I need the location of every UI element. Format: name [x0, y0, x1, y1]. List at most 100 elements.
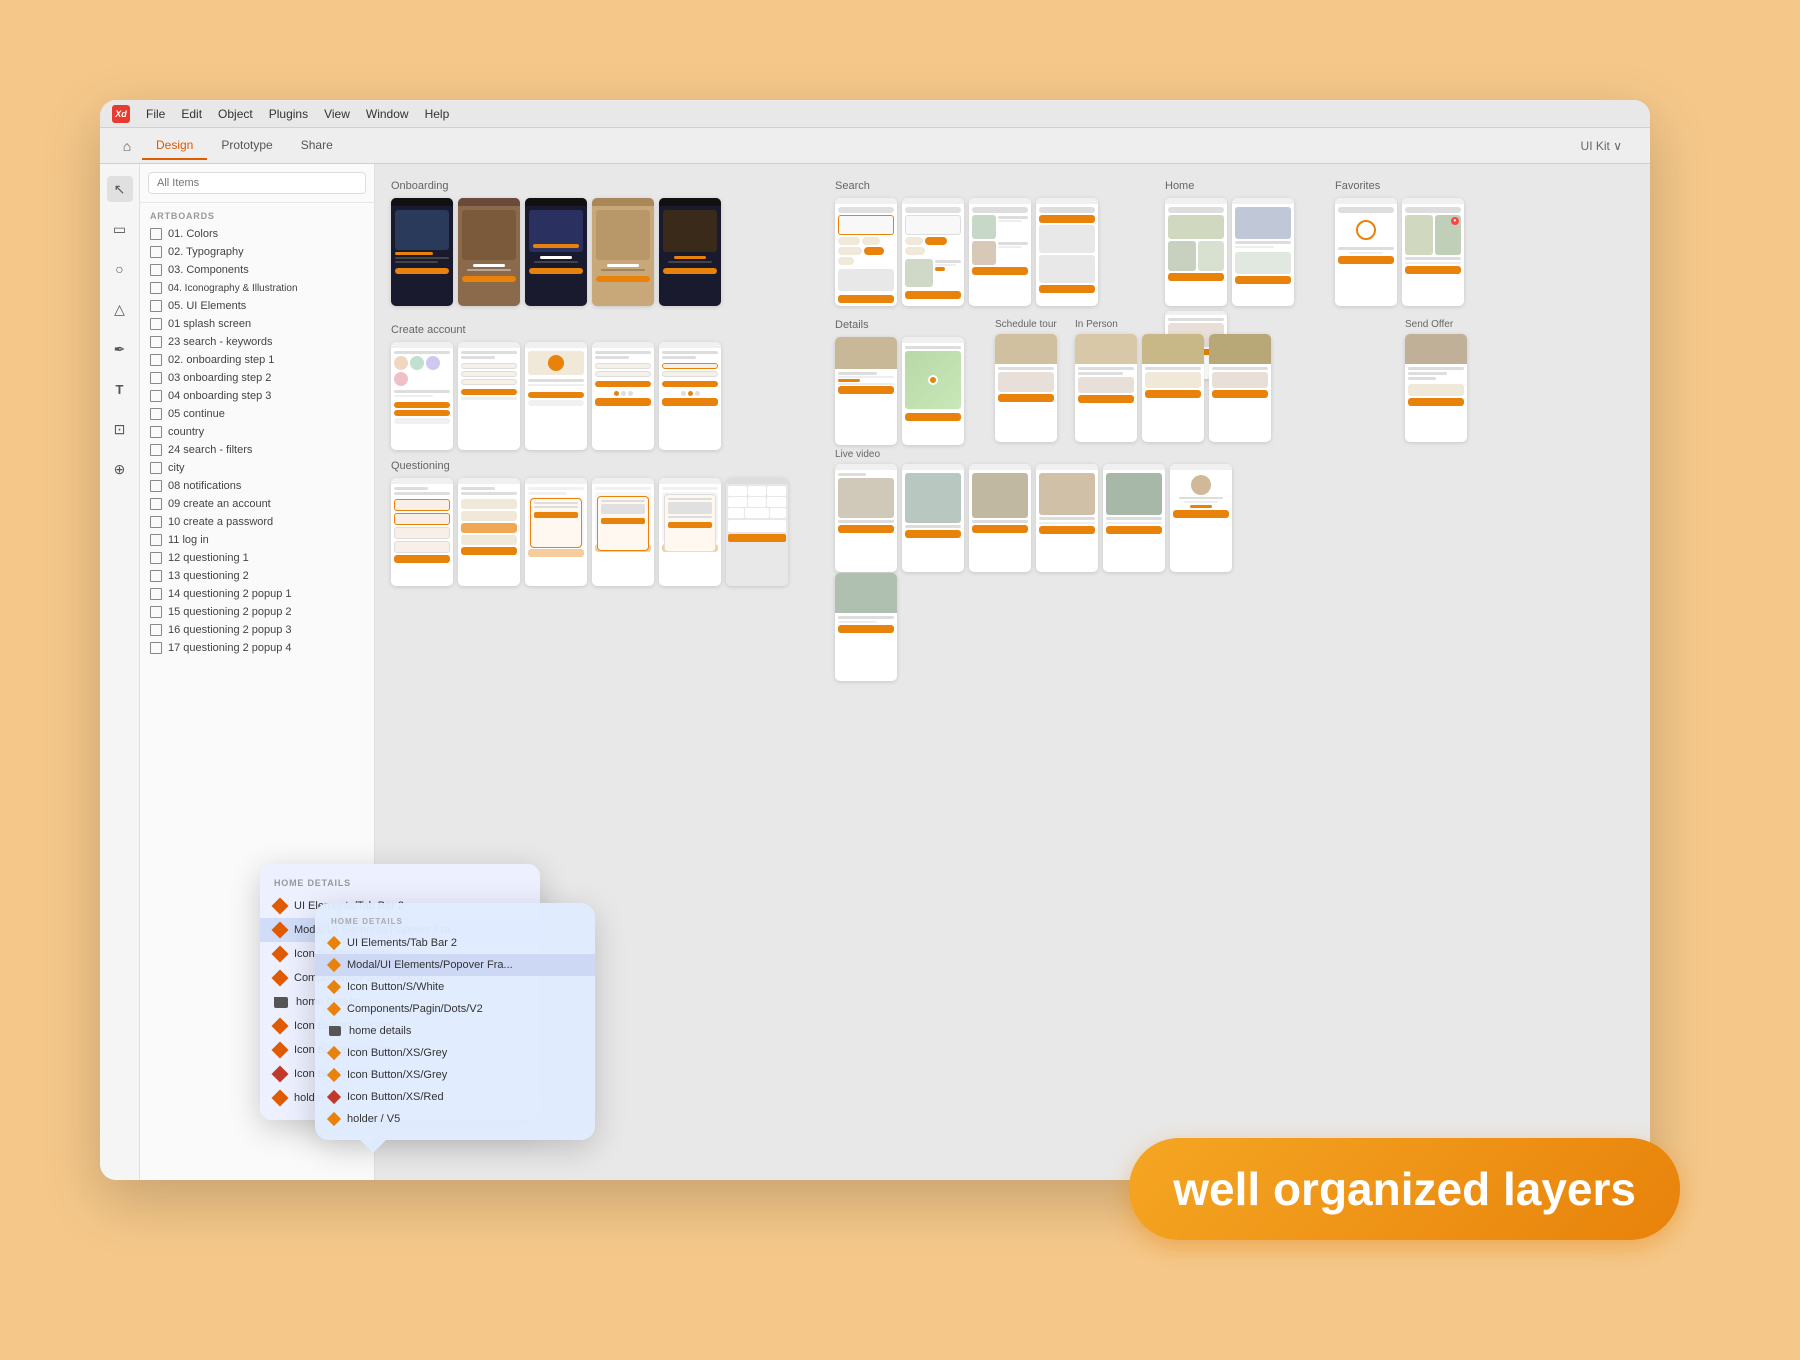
layer-icon [150, 300, 162, 312]
popup-mag-item-5[interactable]: Icon Button/XS/Grey [315, 1042, 595, 1064]
menu-edit[interactable]: Edit [181, 107, 202, 121]
layer-item-login[interactable]: 11 log in [140, 531, 374, 549]
tab-design[interactable]: Design [142, 132, 207, 160]
menu-bar: Xd File Edit Object Plugins View Window … [100, 100, 1650, 128]
popup-mag-item-2[interactable]: Icon Button/S/White [315, 976, 595, 998]
layer-item-create-account[interactable]: 09 create an account [140, 495, 374, 513]
diamond-icon [272, 1018, 289, 1035]
layer-item-q2p3[interactable]: 16 questioning 2 popup 3 [140, 621, 374, 639]
layer-item-onboarding2[interactable]: 03 onboarding step 2 [140, 369, 374, 387]
triangle-tool[interactable]: △ [107, 296, 133, 322]
text-tool[interactable]: T [107, 376, 133, 402]
question-screen-4 [592, 478, 654, 586]
popup-mag-item-1[interactable]: Modal/UI Elements/Popover Fra... [315, 954, 595, 976]
send-offer-section: Send Offer [1405, 319, 1467, 442]
menu-plugins[interactable]: Plugins [269, 107, 308, 121]
layer-icon [150, 624, 162, 636]
question-screen-keyboard [726, 478, 788, 586]
diamond-red-icon [327, 1090, 341, 1104]
question-screen-1 [391, 478, 453, 586]
menu-help[interactable]: Help [425, 107, 450, 121]
layer-icon [150, 588, 162, 600]
menu-object[interactable]: Object [218, 107, 253, 121]
layer-icon [150, 480, 162, 492]
pen-tool[interactable]: ✒ [107, 336, 133, 362]
popup-mag-item-8[interactable]: holder / V5 [315, 1108, 595, 1130]
layer-item-onboarding3[interactable]: 04 onboarding step 3 [140, 387, 374, 405]
schedule-screen-1 [995, 334, 1057, 442]
artboard-search: Search [835, 180, 1098, 306]
popup-mag-item-0[interactable]: UI Elements/Tab Bar 2 [315, 932, 595, 954]
layer-icon [150, 606, 162, 618]
menu-view[interactable]: View [324, 107, 350, 121]
send-offer-label: Send Offer [1405, 319, 1467, 330]
in-person-screen-3 [1209, 334, 1271, 442]
layer-item-create-password[interactable]: 10 create a password [140, 513, 374, 531]
layer-item-typography[interactable]: 02. Typography [140, 243, 374, 261]
fav-screen-1 [1335, 198, 1397, 306]
layer-item-country[interactable]: country [140, 423, 374, 441]
details-screen-map [902, 337, 964, 445]
layers-magnified-popup: HOME DETAILS UI Elements/Tab Bar 2 Modal… [315, 903, 595, 1140]
home-screen-2 [1232, 198, 1294, 306]
layer-icon [150, 498, 162, 510]
layer-item-search-kw[interactable]: 23 search - keywords [140, 333, 374, 351]
layer-icon [150, 372, 162, 384]
popup-mag-item-4[interactable]: home details [315, 1020, 595, 1042]
layer-item-q1[interactable]: 12 questioning 1 [140, 549, 374, 567]
search-screen-1 [835, 198, 897, 306]
zoom-tool[interactable]: ⊕ [107, 456, 133, 482]
popup-mag-item-6[interactable]: Icon Button/XS/Grey [315, 1064, 595, 1086]
ellipse-tool[interactable]: ○ [107, 256, 133, 282]
diamond-icon [327, 1112, 341, 1126]
ui-kit-selector[interactable]: UI Kit ∨ [1581, 139, 1638, 153]
onboarding-screen-1 [391, 198, 453, 306]
create-screen-1 [391, 342, 453, 450]
layer-icon [150, 426, 162, 438]
create-account-label: Create account [391, 324, 721, 336]
artboard-tool[interactable]: ⊡ [107, 416, 133, 442]
diamond-icon [272, 922, 289, 939]
cursor-tool[interactable]: ↖ [107, 176, 133, 202]
layer-icon [150, 390, 162, 402]
diamond-icon [327, 958, 341, 972]
layer-item-ui-elements[interactable]: 05. UI Elements [140, 297, 374, 315]
tab-prototype[interactable]: Prototype [207, 132, 286, 160]
rectangle-tool[interactable]: ▭ [107, 216, 133, 242]
layer-item-q2[interactable]: 13 questioning 2 [140, 567, 374, 585]
live-video-screen-3 [969, 464, 1031, 572]
layer-item-q2p4[interactable]: 17 questioning 2 popup 4 [140, 639, 374, 657]
popup-mag-item-7[interactable]: Icon Button/XS/Red [315, 1086, 595, 1108]
layer-item-onboarding1[interactable]: 02. onboarding step 1 [140, 351, 374, 369]
home-button[interactable]: ⌂ [112, 131, 142, 161]
layer-icon [150, 516, 162, 528]
layer-item-colors[interactable]: 01. Colors [140, 225, 374, 243]
layer-item-q2p1[interactable]: 14 questioning 2 popup 1 [140, 585, 374, 603]
layer-icon [150, 408, 162, 420]
layers-search-container [140, 164, 374, 203]
menu-file[interactable]: File [146, 107, 165, 121]
layer-item-search-filters[interactable]: 24 search - filters [140, 441, 374, 459]
onboarding-label: Onboarding [391, 180, 721, 192]
layer-item-notifications[interactable]: 08 notifications [140, 477, 374, 495]
folder-icon [274, 997, 288, 1008]
live-video-screen-6 [1170, 464, 1232, 572]
layer-item-q2p2[interactable]: 15 questioning 2 popup 2 [140, 603, 374, 621]
layers-search-input[interactable] [148, 172, 366, 194]
menu-window[interactable]: Window [366, 107, 409, 121]
diamond-icon [327, 936, 341, 950]
popup-mag-item-3[interactable]: Components/Pagin/Dots/V2 [315, 998, 595, 1020]
details-label: Details [835, 319, 964, 331]
layer-item-city[interactable]: city [140, 459, 374, 477]
artboard-details: Details [835, 319, 964, 445]
layer-icon [150, 336, 162, 348]
tab-share[interactable]: Share [287, 132, 347, 160]
send-offer-screen [1405, 334, 1467, 442]
app-icon: Xd [112, 105, 130, 123]
layer-item-splash[interactable]: 01 splash screen [140, 315, 374, 333]
layer-item-components[interactable]: 03. Components [140, 261, 374, 279]
layer-item-continue[interactable]: 05 continue [140, 405, 374, 423]
layer-icon [150, 462, 162, 474]
tab-bar: ⌂ Design Prototype Share UI Kit ∨ [100, 128, 1650, 164]
layer-item-iconography[interactable]: 04. Iconography & Illustration [140, 279, 374, 297]
